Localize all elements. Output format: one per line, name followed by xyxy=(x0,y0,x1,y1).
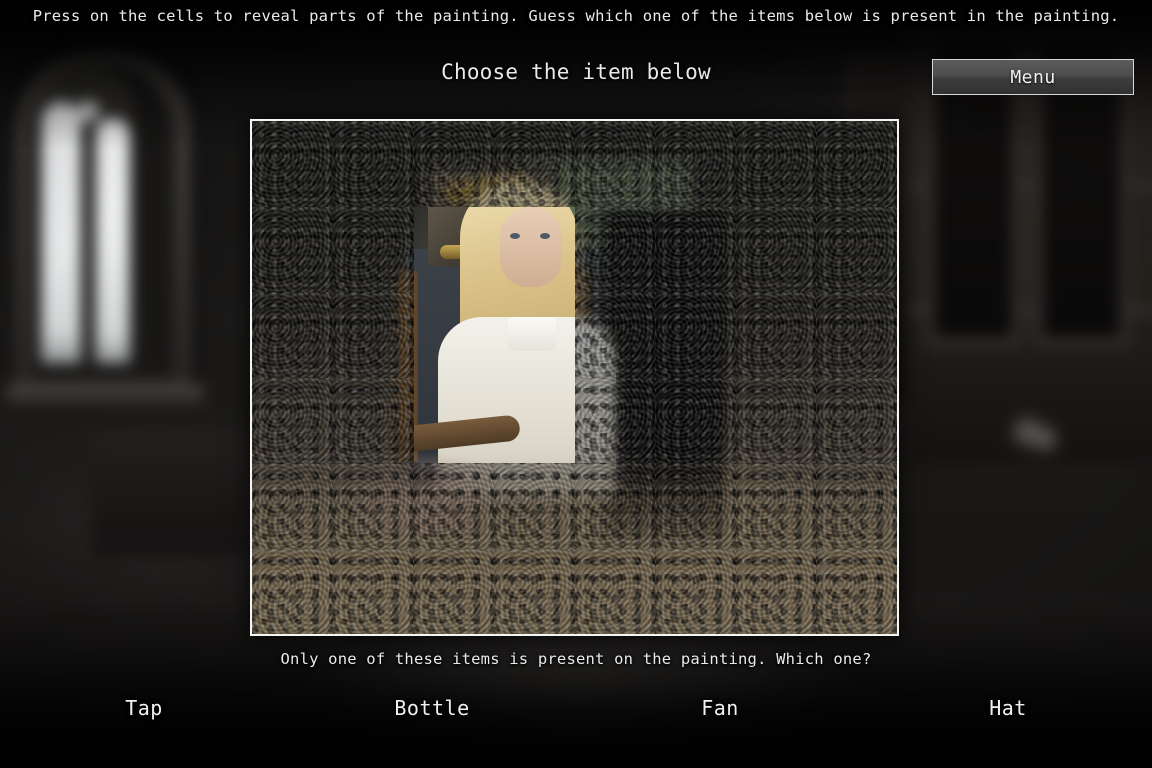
painting-cell[interactable] xyxy=(735,548,817,634)
painting-cell[interactable] xyxy=(735,121,817,207)
painting-cell[interactable] xyxy=(413,548,495,634)
window-sill xyxy=(6,384,204,405)
painting-cell[interactable] xyxy=(655,463,737,549)
painting-cell[interactable] xyxy=(332,206,414,293)
painting-cell[interactable] xyxy=(655,377,737,464)
option-fan[interactable]: Fan xyxy=(576,694,864,722)
painting-cell[interactable] xyxy=(816,121,897,207)
painting-cell[interactable] xyxy=(332,463,414,549)
painting-cell[interactable] xyxy=(816,292,897,378)
game-screen: Press on the cells to reveal parts of th… xyxy=(0,0,1152,768)
painting-cell[interactable] xyxy=(655,206,737,293)
painting-cell[interactable] xyxy=(493,548,575,634)
painting-cell[interactable] xyxy=(413,121,495,207)
painting-cell[interactable] xyxy=(735,206,817,293)
painting-cell[interactable] xyxy=(332,377,414,464)
window-pane-right xyxy=(95,117,130,364)
window-pane-left xyxy=(41,101,81,364)
painting-cell[interactable] xyxy=(816,548,897,634)
painting-cell[interactable] xyxy=(735,292,817,378)
frosted-cell-grid xyxy=(252,121,897,634)
painting-cell[interactable] xyxy=(816,463,897,549)
painting-cell[interactable] xyxy=(252,548,333,634)
option-bottle[interactable]: Bottle xyxy=(288,694,576,722)
painting-puzzle[interactable] xyxy=(250,119,899,636)
menu-button[interactable]: Menu xyxy=(932,59,1134,95)
painting-cell[interactable] xyxy=(816,377,897,464)
painting-cell[interactable] xyxy=(332,548,414,634)
instruction-text: Press on the cells to reveal parts of th… xyxy=(32,7,1120,25)
painting-cell[interactable] xyxy=(252,463,333,549)
painting-cell[interactable] xyxy=(332,292,414,378)
painting-cell[interactable] xyxy=(735,463,817,549)
painting-cell[interactable] xyxy=(574,292,656,378)
painting-cell[interactable] xyxy=(574,206,656,293)
painting-cell[interactable] xyxy=(252,206,333,293)
painting-cell[interactable] xyxy=(574,548,656,634)
painting-cell[interactable] xyxy=(655,548,737,634)
painting-cell[interactable] xyxy=(574,121,656,207)
painting-cell[interactable] xyxy=(735,377,817,464)
painting-cell[interactable] xyxy=(332,121,414,207)
item-options-row: Tap Bottle Fan Hat xyxy=(0,694,1152,722)
painting-cell[interactable] xyxy=(252,377,333,464)
painting-cell[interactable] xyxy=(413,463,495,549)
painting-cell[interactable] xyxy=(252,292,333,378)
cabinet-object xyxy=(1027,421,1063,457)
option-hat[interactable]: Hat xyxy=(864,694,1152,722)
painting-cell[interactable] xyxy=(493,463,575,549)
painting-cell[interactable] xyxy=(252,121,333,207)
painting-cell[interactable] xyxy=(816,206,897,293)
painting-cell[interactable] xyxy=(493,121,575,207)
painting-cell[interactable] xyxy=(655,292,737,378)
painting-cell[interactable] xyxy=(574,377,656,464)
painting-cell[interactable] xyxy=(655,121,737,207)
painting-cell[interactable] xyxy=(574,463,656,549)
option-tap[interactable]: Tap xyxy=(0,694,288,722)
question-prompt: Only one of these items is present on th… xyxy=(280,650,872,668)
